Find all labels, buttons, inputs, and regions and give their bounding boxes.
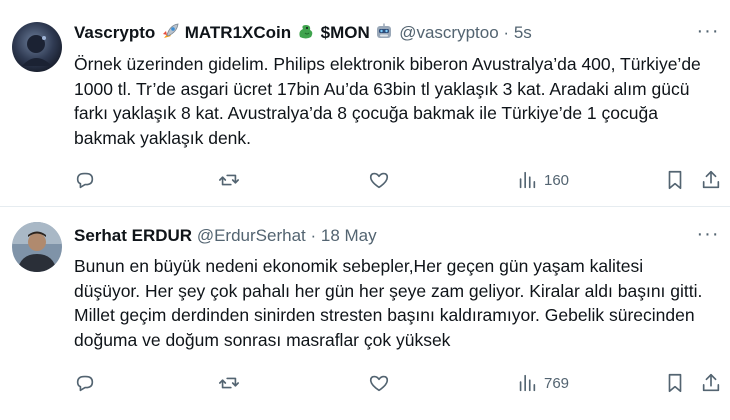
more-options-icon[interactable]: ··· [696,21,720,44]
tweet[interactable]: Serhat ERDUR @ErdurSerhat · 18 May ··· B… [0,207,730,420]
tweet-header: Vascrypto MATR1XCoin $MON @vascryptoo · … [74,22,532,44]
share-icon [702,170,720,189]
bookmark-button[interactable] [664,371,686,395]
avatar[interactable] [12,22,62,72]
retweet-icon [219,377,239,389]
rocket-emoji-icon [160,23,180,41]
tweet-text: Bunun en büyük nedeni ekonomik sebepler,… [74,256,703,350]
reply-icon [76,172,94,189]
reply-icon [76,375,94,392]
tweet-actions: 160 [74,168,724,192]
share-button[interactable] [700,371,722,395]
dragon-emoji-icon [296,23,316,41]
display-name[interactable]: Vascrypto [74,23,155,42]
display-name-suffix: $MON [320,23,370,42]
more-options-icon[interactable]: ··· [696,224,720,247]
like-button[interactable] [368,168,390,192]
views-count: 160 [544,171,570,189]
like-button[interactable] [368,371,390,395]
separator-dot: · [503,23,510,42]
tweet-header: Serhat ERDUR @ErdurSerhat · 18 May [74,225,377,247]
share-button[interactable] [700,168,722,192]
views-icon [519,374,536,392]
bookmark-icon [668,170,682,190]
user-handle[interactable]: @ErdurSerhat [197,226,306,245]
reply-button[interactable] [74,371,96,395]
views-icon [519,171,536,189]
tweet-text: Örnek üzerinden gidelim. Philips elektro… [74,54,701,148]
reply-button[interactable] [74,168,96,192]
heart-icon [369,375,389,392]
timestamp[interactable]: 5s [514,23,532,42]
avatar[interactable] [12,222,62,272]
separator-dot: · [310,226,317,245]
views-button[interactable]: 769 [516,371,569,395]
views-count: 769 [544,374,570,392]
tweet[interactable]: Vascrypto MATR1XCoin $MON @vascryptoo · … [0,0,730,207]
timestamp[interactable]: 18 May [321,226,377,245]
retweet-button[interactable] [218,168,240,192]
retweet-icon [219,174,239,186]
robot-emoji-icon [374,23,394,41]
tweet-actions: 769 [74,371,724,395]
bookmark-icon [668,373,682,393]
views-button[interactable]: 160 [516,168,569,192]
bookmark-button[interactable] [664,168,686,192]
share-icon [702,373,720,392]
display-name-suffix: MATR1XCoin [184,23,292,42]
heart-icon [369,172,389,189]
user-handle[interactable]: @vascryptoo [399,23,498,42]
retweet-button[interactable] [218,371,240,395]
display-name[interactable]: Serhat ERDUR [74,226,192,245]
